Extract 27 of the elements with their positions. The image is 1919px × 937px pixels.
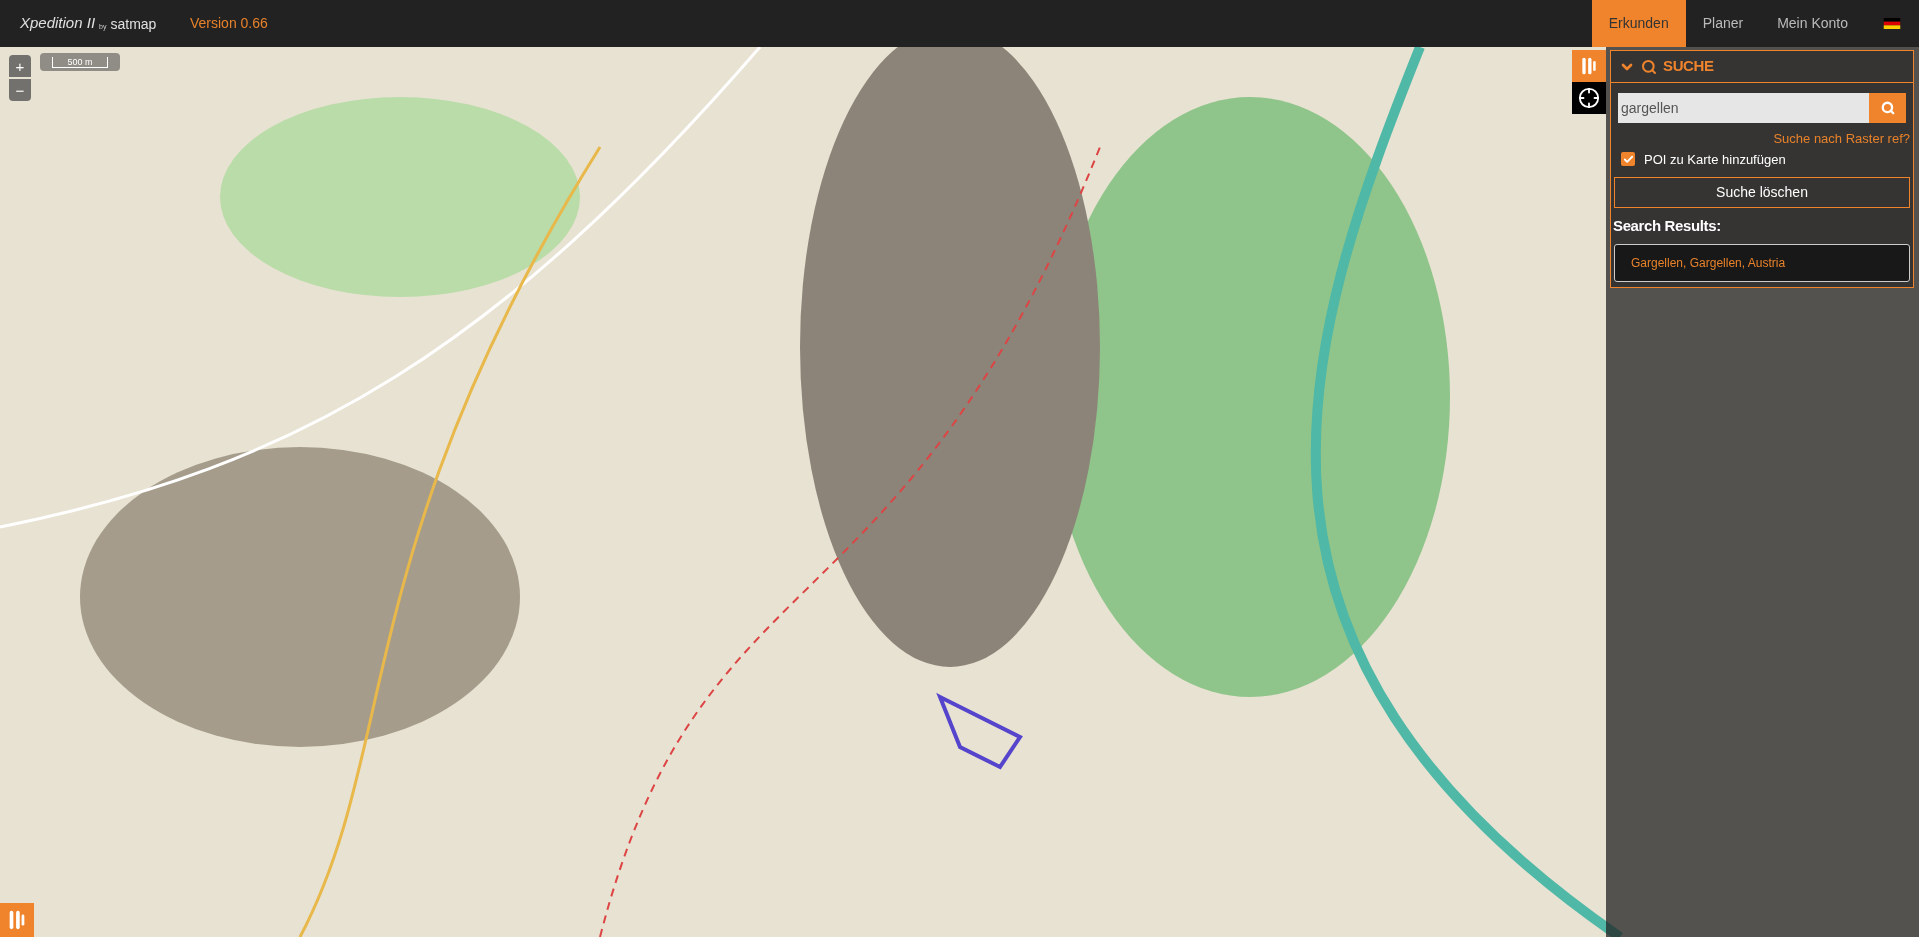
nav-tab[interactable]: Erkunden xyxy=(1591,0,1686,47)
clear-search-button[interactable]: Suche löschen xyxy=(1614,177,1910,208)
search-panel-header[interactable]: SUCHE xyxy=(1611,51,1913,83)
checkbox[interactable] xyxy=(1621,152,1635,167)
nav-tab[interactable]: Planer xyxy=(1685,0,1761,47)
scale-label: 500 m xyxy=(52,57,108,68)
logo-name: Xpedition II xyxy=(20,13,96,34)
search-icon xyxy=(1641,58,1657,75)
locate-button[interactable] xyxy=(1572,82,1606,114)
logo-brand: satmap xyxy=(110,14,157,34)
crosshair-icon xyxy=(1578,87,1600,109)
search-field[interactable]: gargellen xyxy=(1618,93,1869,123)
flag-icon xyxy=(1883,18,1901,29)
layers-button[interactable] xyxy=(0,903,34,937)
bars-icon xyxy=(1580,56,1598,76)
version-label: Version 0.66 xyxy=(190,14,268,33)
zoom-in-button[interactable]: + xyxy=(9,55,31,77)
poi-checkbox-row[interactable]: POI zu Karte hinzufügen xyxy=(1621,149,1911,169)
search-button[interactable] xyxy=(1869,93,1906,123)
search-icon xyxy=(1880,101,1895,115)
bars-icon xyxy=(7,909,27,931)
nav-tab[interactable]: Mein Konto xyxy=(1760,0,1865,47)
grid-ref-link[interactable]: Suche nach Raster ref? xyxy=(1773,129,1910,149)
zoom-out-button[interactable]: − xyxy=(9,79,31,101)
results-heading: Search Results: xyxy=(1613,216,1722,236)
check-icon xyxy=(1622,153,1634,165)
search-result[interactable]: Gargellen, Gargellen, Austria xyxy=(1614,243,1910,282)
